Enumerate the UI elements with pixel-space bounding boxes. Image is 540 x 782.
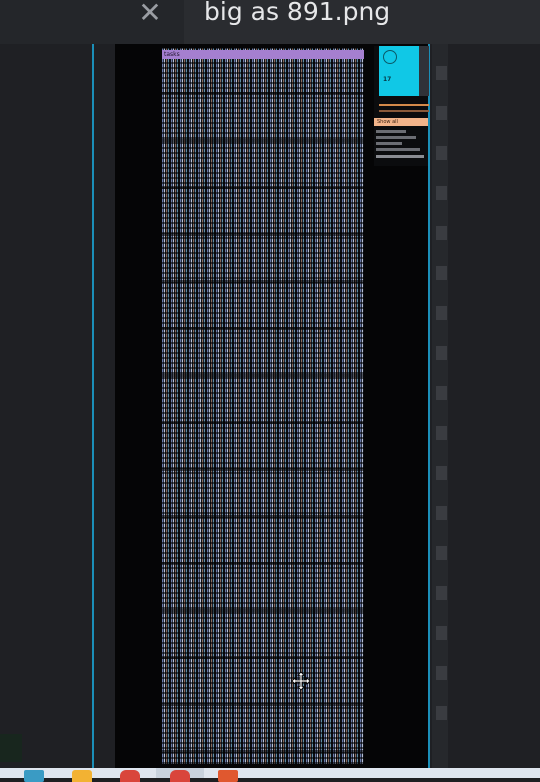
close-icon[interactable]: ✕ bbox=[138, 0, 162, 27]
chrome-icon[interactable] bbox=[120, 770, 140, 782]
scrollbar-segment bbox=[436, 586, 447, 600]
tab-title[interactable]: big as 891.png bbox=[204, 0, 390, 28]
scrollbar-segment bbox=[436, 186, 447, 200]
file-explorer-icon[interactable] bbox=[24, 770, 44, 782]
scrollbar-segment bbox=[436, 706, 447, 720]
scrollbar-segment bbox=[436, 306, 447, 320]
screenshot-orange-bar: Show all bbox=[374, 118, 428, 126]
circle-icon bbox=[383, 50, 397, 64]
scrollbar-segment bbox=[436, 266, 447, 280]
thumb-text-line bbox=[376, 136, 416, 139]
scrollbar-segment bbox=[436, 426, 447, 440]
thumb-text-line bbox=[376, 130, 406, 133]
scrollbar-segment bbox=[436, 106, 447, 120]
screenshot-header-text: tasks bbox=[164, 51, 180, 58]
scrollbar-segment bbox=[436, 506, 447, 520]
screenshot-image bbox=[162, 48, 364, 764]
chrome-icon-2[interactable] bbox=[170, 770, 190, 782]
screenshot-divider bbox=[379, 104, 429, 106]
screenshot-mini-panel bbox=[419, 46, 429, 96]
scrollbar-segment bbox=[436, 666, 447, 680]
screenshot-header-bar: tasks bbox=[162, 50, 364, 59]
scrollbar-segment bbox=[436, 66, 447, 80]
thumb-text-line bbox=[376, 155, 424, 158]
viewer-left-border bbox=[92, 44, 94, 768]
scrollbar-segment bbox=[436, 386, 447, 400]
thumb-text-line bbox=[376, 148, 420, 151]
scrollbar-segment bbox=[436, 226, 447, 240]
folder-icon[interactable] bbox=[72, 770, 92, 782]
scrollbar-segment bbox=[436, 466, 447, 480]
thumb-text-line bbox=[376, 142, 402, 145]
orange-bar-text: Show all bbox=[377, 119, 398, 125]
screenshot-divider-2 bbox=[379, 110, 429, 112]
scrollbar-segment bbox=[436, 546, 447, 560]
move-cursor-icon bbox=[291, 671, 311, 691]
viewer-right-border bbox=[428, 44, 430, 768]
scrollbar-segment bbox=[436, 146, 447, 160]
screenshot-cyan-card: 17 bbox=[379, 46, 419, 96]
card-label: 17 bbox=[383, 76, 392, 83]
presentation-icon[interactable] bbox=[218, 770, 238, 782]
side-panel-fragment bbox=[0, 734, 22, 762]
scrollbar-segment bbox=[436, 346, 447, 360]
scrollbar-segment bbox=[436, 626, 447, 640]
